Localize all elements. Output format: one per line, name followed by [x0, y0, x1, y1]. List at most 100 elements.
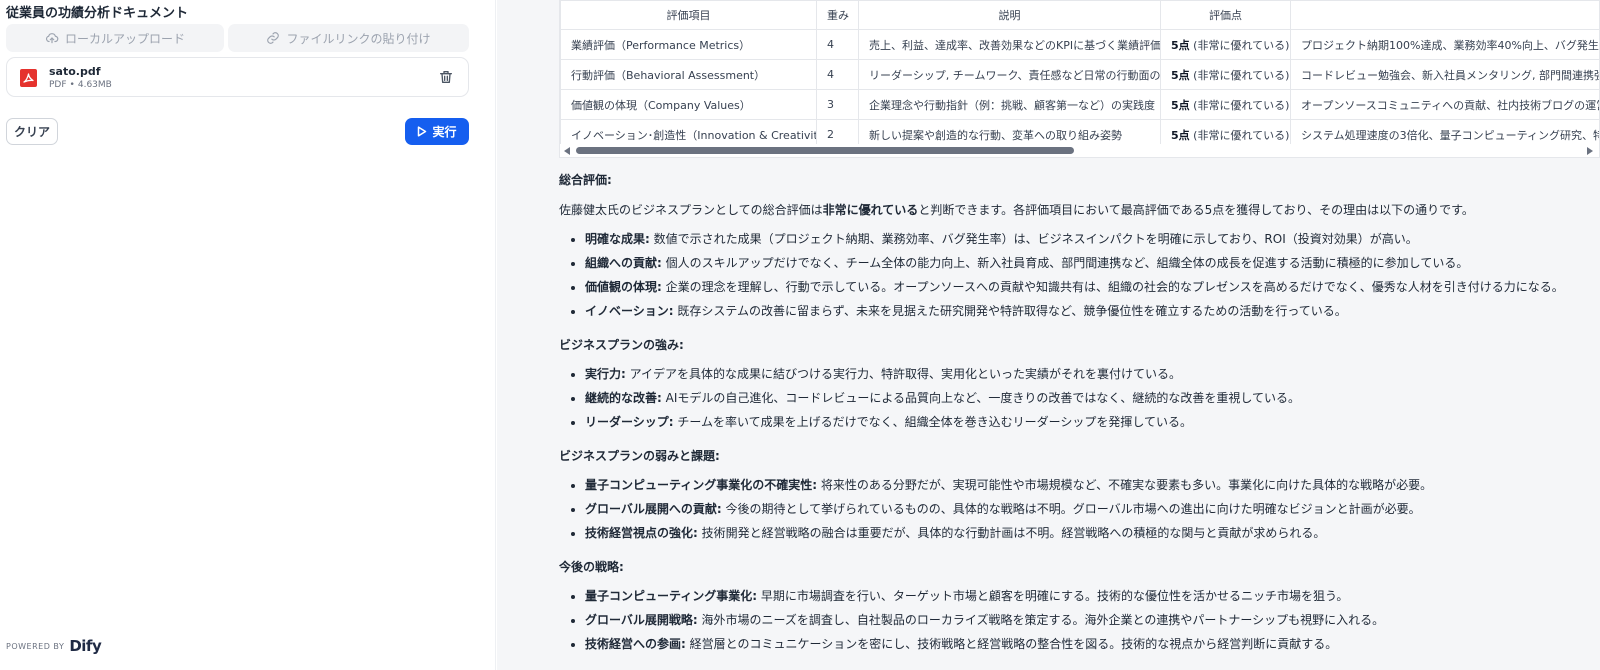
- run-button[interactable]: 実行: [405, 118, 469, 145]
- header-description: 説明: [858, 0, 1161, 30]
- list-item: 価値観の体現: 企業の理念を理解し、行動で示している。オープンソースへの貢献や知…: [585, 275, 1589, 299]
- scroll-left-icon[interactable]: [564, 147, 570, 155]
- file-name: sato.pdf: [49, 65, 101, 78]
- score-label: (非常に優れている): [1189, 128, 1290, 142]
- run-label: 実行: [432, 125, 457, 139]
- list-item-text: 既存システムの改善に留まらず、未来を見据えた研究開発や特許取得など、競争優位性を…: [673, 304, 1347, 318]
- list-item-label: 量子コンピューティング事業化の不確実性:: [585, 478, 818, 492]
- cell-evidence: オープンソースコミュニティへの貢献、社内技術ブログの運営に: [1290, 89, 1599, 120]
- pdf-file-icon: [20, 69, 37, 87]
- clear-button[interactable]: クリア: [6, 118, 58, 145]
- summary-intro-text-2: と判断できます。各評価項目において最高評価である5点を獲得しており、その理由は以…: [918, 203, 1474, 217]
- list-item: 組織への貢献: 個人のスキルアップだけでなく、チーム全体の能力向上、新入社員育成…: [585, 251, 1589, 275]
- cell-evidence: プロジェクト納期100%達成、業務効率40%向上、バグ発生: [1290, 29, 1599, 60]
- list-item-text: 数値で示された成果（プロジェクト納期、業務効率、バグ発生率）は、ビジネスインパク…: [649, 232, 1418, 246]
- list-item-label: リーダーシップ:: [585, 415, 674, 429]
- list-item: 技術経営への参画: 経営層とのコミュニケーションを密にし、技術戦略と経営戦略の整…: [585, 632, 1589, 656]
- list-item-text: 今後の期待として挙げられているものの、具体的な戦略は不明。グローバル市場への進出…: [721, 502, 1421, 516]
- cell-description: リーダーシップ, チームワーク、責任感など日常の行動面の評価: [858, 59, 1161, 90]
- powered-by-text: POWERED BY: [6, 641, 65, 651]
- cell-weight: 4: [816, 29, 859, 60]
- cell-description: 企業理念や行動指針（例：挑戦、顧客第一など）の実践度: [858, 89, 1161, 120]
- file-type: PDF: [49, 80, 67, 90]
- list-item: 実行力: アイデアを具体的な成果に結びつける実行力、特許取得、実用化といった実績…: [585, 362, 1589, 386]
- table-row: 行動評価（Behavioral Assessment） 4 リーダーシップ, チ…: [560, 59, 1599, 90]
- link-icon: [267, 32, 280, 44]
- evaluation-table: 評価項目 重み 説明 評価点 業績評価（Performance Metrics）…: [560, 0, 1599, 150]
- cloud-upload-icon: [45, 33, 59, 44]
- weaknesses-list: 量子コンピューティング事業化の不確実性: 将来性のある分野だが、実現可能性や市場…: [559, 473, 1589, 545]
- evaluation-table-container: 評価項目 重み 説明 評価点 業績評価（Performance Metrics）…: [559, 0, 1600, 158]
- cell-weight: 4: [816, 59, 859, 90]
- list-item: 継続的な改善: AIモデルの自己進化、コードレビューによる品質向上など、一度きり…: [585, 386, 1589, 410]
- paste-link-label: ファイルリンクの貼り付け: [286, 31, 431, 46]
- list-item-label: 実行力:: [585, 367, 626, 381]
- result-panel: 評価項目 重み 説明 評価点 業績評価（Performance Metrics）…: [497, 0, 1600, 670]
- table-row: 業績評価（Performance Metrics） 4 売上、利益、達成率、改善…: [560, 29, 1599, 60]
- score-value: 5点: [1171, 128, 1190, 142]
- score-value: 5点: [1171, 68, 1190, 82]
- list-item-text: チームを率いて成果を上げるだけでなく、組織全体を巻き込むリーダーシップを発揮して…: [673, 415, 1193, 429]
- local-upload-label: ローカルアップロード: [64, 31, 185, 46]
- list-item: 量子コンピューティング事業化の不確実性: 将来性のある分野だが、実現可能性や市場…: [585, 473, 1589, 497]
- list-item-text: 個人のスキルアップだけでなく、チーム全体の能力向上、新入社員育成、部門間連携など…: [661, 256, 1469, 270]
- summary-intro: 佐藤健太氏のビジネスプランとしての総合評価は非常に優れていると判断できます。各評…: [559, 202, 1589, 218]
- score-value: 5点: [1171, 38, 1190, 52]
- cell-weight: 3: [816, 89, 859, 120]
- list-item-text: アイデアを具体的な成果に結びつける実行力、特許取得、実用化といった実績がそれを裏…: [625, 367, 1182, 381]
- cell-item: 価値観の体現（Company Values）: [560, 89, 817, 120]
- summary-intro-text: 佐藤健太氏のビジネスプランとしての総合評価は: [559, 203, 823, 217]
- list-item-text: 早期に市場調査を行い、ターゲット市場と顧客を明確にする。技術的な優位性を活かせる…: [757, 589, 1349, 603]
- list-item-label: 継続的な改善:: [585, 391, 662, 405]
- scroll-right-icon[interactable]: [1587, 147, 1593, 155]
- list-item: 明確な成果: 数値で示された成果（プロジェクト納期、業務効率、バグ発生率）は、ビ…: [585, 227, 1589, 251]
- header-evidence: [1290, 0, 1599, 30]
- cell-score: 5点 (非常に優れている): [1160, 29, 1291, 60]
- list-item-label: 組織への貢献:: [585, 256, 662, 270]
- document-field-label: 従業員の功績分析ドキュメント: [6, 6, 189, 21]
- list-item: グローバル展開戦略: 海外市場のニーズを調査し、自社製品のローカライズ戦略を策定…: [585, 608, 1589, 632]
- score-label: (非常に優れている): [1189, 38, 1290, 52]
- paste-link-button[interactable]: ファイルリンクの貼り付け: [228, 24, 469, 52]
- trash-icon[interactable]: [438, 69, 454, 85]
- cell-evidence: コードレビュー勉強会、新入社員メンタリング, 部門間連携強: [1290, 59, 1599, 90]
- local-upload-button[interactable]: ローカルアップロード: [6, 24, 224, 52]
- header-score: 評価点: [1160, 0, 1291, 30]
- list-item-label: 技術経営への参画:: [585, 637, 686, 651]
- list-item-text: 企業の理念を理解し、行動で示している。オープンソースへの貢献や知識共有は、組織の…: [661, 280, 1564, 294]
- cell-item: 行動評価（Behavioral Assessment）: [560, 59, 817, 90]
- list-item-label: 量子コンピューティング事業化:: [585, 589, 758, 603]
- input-panel: 従業員の功績分析ドキュメント ローカルアップロード ファイルリンクの貼り付け s…: [0, 0, 496, 670]
- scrollbar-thumb[interactable]: [576, 147, 1074, 154]
- strategy-heading: 今後の戦略:: [559, 560, 624, 574]
- file-size: 4.63MB: [77, 80, 112, 90]
- cell-score: 5点 (非常に優れている): [1160, 89, 1291, 120]
- summary-heading: 総合評価:: [559, 173, 612, 187]
- summary-list: 明確な成果: 数値で示された成果（プロジェクト納期、業務効率、バグ発生率）は、ビ…: [559, 227, 1589, 323]
- list-item: グローバル展開への貢献: 今後の期待として挙げられているものの、具体的な戦略は不…: [585, 497, 1589, 521]
- list-item: 技術経営視点の強化: 技術開発と経営戦略の融合は重要だが、具体的な行動計画は不明…: [585, 521, 1589, 545]
- list-item-text: 将来性のある分野だが、実現可能性や市場規模など、不確実な要素も多い。事業化に向け…: [817, 478, 1433, 492]
- list-item-label: グローバル展開への貢献:: [585, 502, 722, 516]
- list-item: 量子コンピューティング事業化: 早期に市場調査を行い、ターゲット市場と顧客を明確…: [585, 584, 1589, 608]
- powered-by-footer: POWERED BY Dify: [6, 637, 102, 655]
- header-weight: 重み: [816, 0, 859, 30]
- analysis-text: 総合評価: 佐藤健太氏のビジネスプランとしての総合評価は非常に優れていると判断で…: [559, 172, 1589, 656]
- table-row: 価値観の体現（Company Values） 3 企業理念や行動指針（例：挑戦、…: [560, 89, 1599, 120]
- dify-logo-text: Dify: [69, 637, 102, 655]
- weaknesses-heading: ビジネスプランの弱みと課題:: [559, 449, 720, 463]
- list-item-label: 明確な成果:: [585, 232, 650, 246]
- strengths-heading: ビジネスプランの強み:: [559, 338, 684, 352]
- list-item-text: 技術開発と経営戦略の融合は重要だが、具体的な行動計画は不明。経営戦略への積極的な…: [697, 526, 1326, 540]
- header-item: 評価項目: [560, 0, 817, 30]
- table-header-row: 評価項目 重み 説明 評価点: [560, 0, 1599, 30]
- list-item: イノベーション: 既存システムの改善に留まらず、未来を見据えた研究開発や特許取得…: [585, 299, 1589, 323]
- list-item: リーダーシップ: チームを率いて成果を上げるだけでなく、組織全体を巻き込むリーダ…: [585, 410, 1589, 434]
- table-horizontal-scrollbar[interactable]: [560, 144, 1599, 157]
- score-label: (非常に優れている): [1189, 98, 1290, 112]
- score-value: 5点: [1171, 98, 1190, 112]
- list-item-label: 技術経営視点の強化:: [585, 526, 698, 540]
- list-item-label: イノベーション:: [585, 304, 674, 318]
- cell-item: 業績評価（Performance Metrics）: [560, 29, 817, 60]
- list-item-label: グローバル展開戦略:: [585, 613, 698, 627]
